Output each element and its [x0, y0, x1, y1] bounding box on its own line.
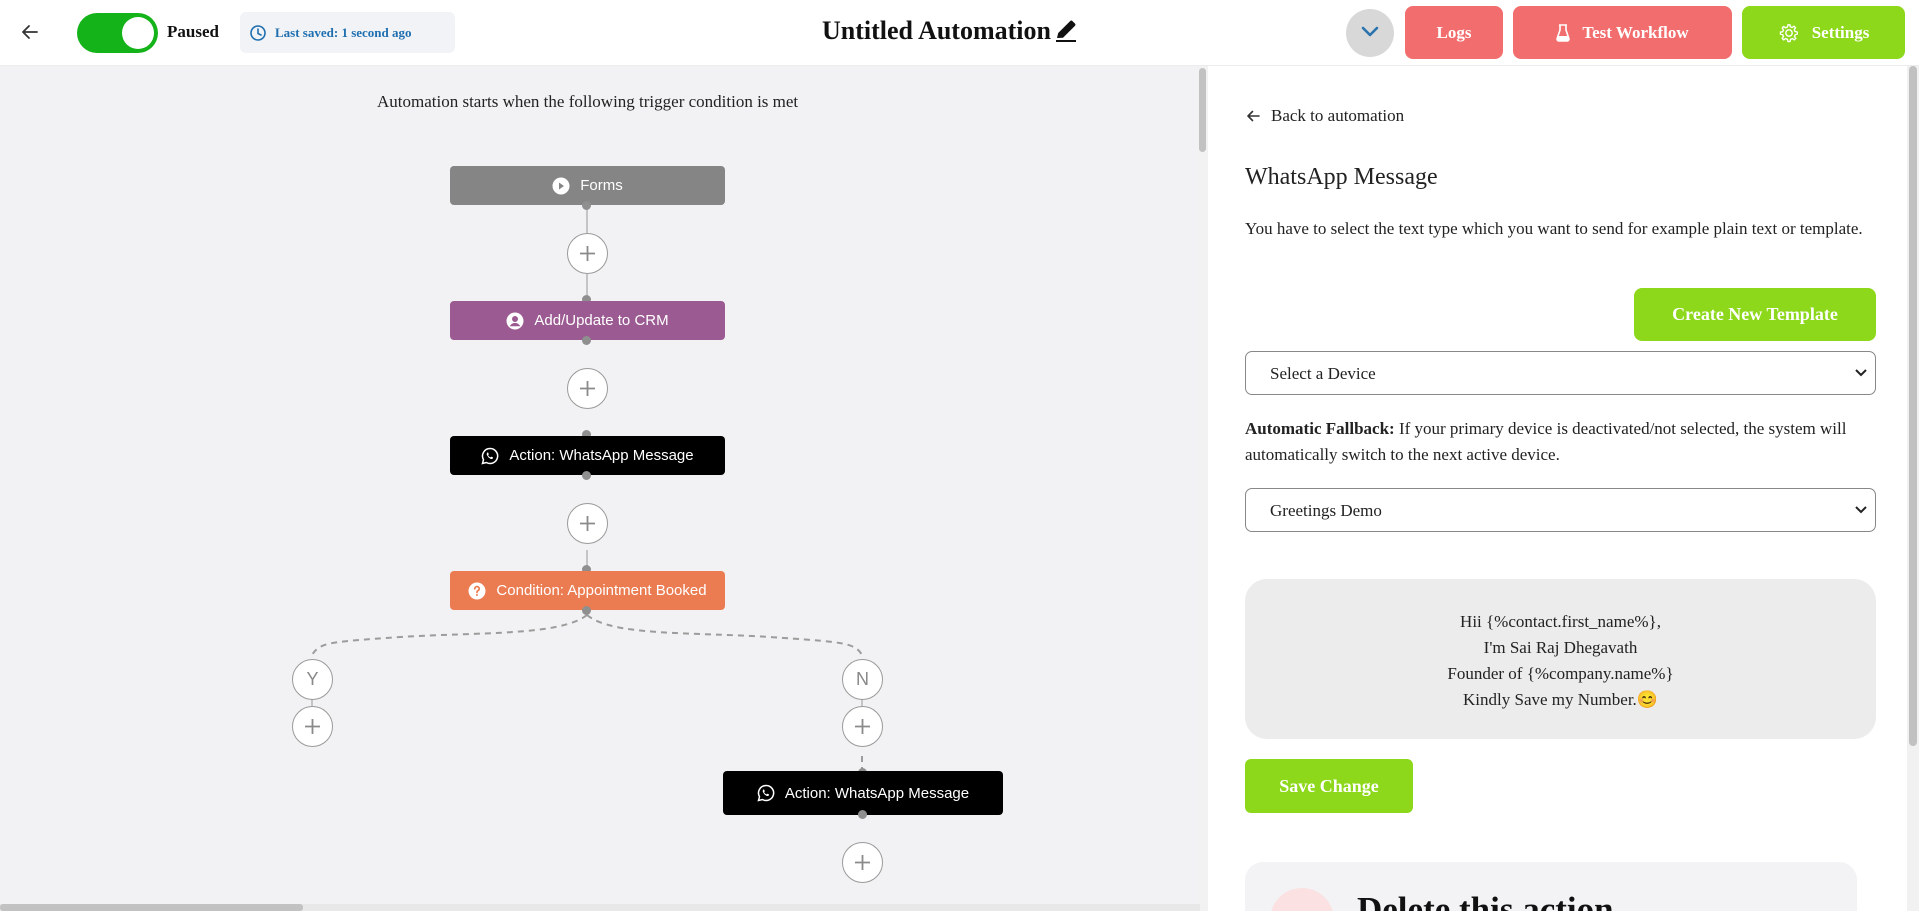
add-step-no-button[interactable] — [842, 706, 883, 747]
message-line: I'm Sai Raj Dhegavath — [1483, 638, 1638, 657]
plus-icon — [855, 855, 870, 870]
back-arrow-icon — [1247, 110, 1260, 122]
whatsapp-action-node[interactable]: Action: WhatsApp Message — [450, 436, 725, 475]
node-label: Add/Update to CRM — [534, 312, 669, 329]
back-link-label: Back to automation — [1271, 106, 1405, 125]
canvas-horizontal-scrollbar[interactable] — [0, 904, 1200, 911]
message-preview: Hii {%contact.first_name%}, I'm Sai Raj … — [1245, 579, 1876, 739]
node-label: Condition: Appointment Booked — [496, 582, 707, 599]
whatsapp-action-node-no-branch[interactable]: Action: WhatsApp Message — [723, 771, 1003, 815]
delete-action-title: Delete this action — [1357, 890, 1614, 911]
add-step-yes-button[interactable] — [292, 706, 333, 747]
plus-icon — [580, 246, 595, 261]
user-circle-icon — [506, 312, 524, 329]
chevron-down-icon — [1855, 369, 1867, 377]
create-new-template-button[interactable]: Create New Template — [1634, 288, 1876, 341]
scroll-thumb[interactable] — [0, 904, 303, 911]
node-connector-dot — [582, 201, 591, 210]
panel-scrollbar[interactable] — [1907, 66, 1919, 911]
trigger-caption: Automation starts when the following tri… — [377, 92, 799, 111]
message-line: Kindly Save my Number.😊 — [1463, 690, 1658, 709]
crm-action-node[interactable]: Add/Update to CRM — [450, 301, 725, 340]
branch-yes-badge: Y — [292, 659, 333, 700]
trash-icon — [1270, 888, 1334, 911]
fallback-heading: Automatic Fallback: — [1245, 419, 1395, 438]
active-toggle[interactable] — [77, 13, 158, 53]
flask-icon — [1556, 23, 1571, 42]
gear-icon — [1779, 23, 1798, 42]
top-bar: Paused Last saved: 1 second ago Untitled… — [0, 0, 1919, 66]
node-label: Action: WhatsApp Message — [784, 784, 970, 802]
back-arrow-icon[interactable] — [18, 20, 42, 44]
add-step-button[interactable] — [567, 368, 608, 409]
test-workflow-button[interactable]: Test Workflow — [1513, 6, 1732, 59]
test-workflow-label: Test Workflow — [1582, 22, 1689, 42]
node-label: Forms — [580, 177, 623, 194]
node-connector-dot — [582, 471, 591, 480]
chevron-down-icon — [1361, 26, 1379, 37]
expand-menu-button[interactable] — [1346, 9, 1394, 57]
workflow-canvas[interactable]: Automation starts when the following tri… — [0, 66, 1200, 911]
plus-icon — [305, 719, 320, 734]
condition-node[interactable]: Condition: Appointment Booked — [450, 571, 725, 610]
node-label: Action: WhatsApp Message — [509, 447, 694, 464]
settings-label: Settings — [1811, 22, 1870, 42]
add-step-button[interactable] — [567, 503, 608, 544]
panel-description: You have to select the text type which y… — [1245, 219, 1863, 238]
back-to-automation-link[interactable]: Back to automation — [1245, 106, 1404, 126]
question-circle-icon — [468, 582, 486, 599]
play-circle-icon — [552, 177, 570, 194]
node-connector-dot — [582, 606, 591, 615]
settings-button[interactable]: Settings — [1742, 6, 1905, 59]
clock-icon — [250, 25, 266, 41]
scroll-thumb[interactable] — [1909, 66, 1917, 746]
logs-button[interactable]: Logs — [1405, 6, 1503, 59]
plus-icon — [855, 719, 870, 734]
panel-title: WhatsApp Message — [1245, 164, 1438, 190]
status-label: Paused — [167, 22, 219, 41]
plus-icon — [580, 516, 595, 531]
last-saved-text: Last saved: 1 second ago — [275, 25, 412, 40]
message-line: Founder of {%company.name%} — [1447, 664, 1674, 683]
canvas-vertical-scrollbar[interactable] — [1198, 66, 1208, 911]
node-connector-dot — [858, 810, 867, 819]
whatsapp-icon — [757, 784, 775, 802]
device-select-value: Select a Device — [1270, 364, 1376, 383]
logs-button-label: Logs — [1436, 22, 1472, 42]
toggle-knob — [122, 17, 154, 49]
device-select[interactable]: Select a Device — [1245, 351, 1876, 395]
automation-title: Untitled Automation — [822, 16, 1079, 50]
template-select-value: Greetings Demo — [1270, 501, 1382, 520]
save-change-button[interactable]: Save Change — [1245, 759, 1413, 813]
last-saved-indicator: Last saved: 1 second ago — [240, 12, 455, 53]
add-step-button[interactable] — [842, 842, 883, 883]
add-step-button[interactable] — [567, 233, 608, 274]
branch-no-badge: N — [842, 659, 883, 700]
forms-trigger-node[interactable]: Forms — [450, 166, 725, 205]
node-connector-dot — [582, 336, 591, 345]
page-title: Untitled Automation — [822, 16, 1051, 45]
chevron-down-icon — [1855, 506, 1867, 514]
delete-action-card[interactable]: Delete this action — [1245, 862, 1857, 911]
plus-icon — [580, 381, 595, 396]
fallback-note: Automatic Fallback: If your primary devi… — [1245, 416, 1895, 468]
template-select[interactable]: Greetings Demo — [1245, 488, 1876, 532]
scroll-thumb[interactable] — [1199, 68, 1206, 152]
message-line: Hii {%contact.first_name%}, — [1460, 612, 1661, 631]
whatsapp-icon — [481, 447, 499, 465]
edit-pencil-icon[interactable] — [1053, 17, 1079, 43]
